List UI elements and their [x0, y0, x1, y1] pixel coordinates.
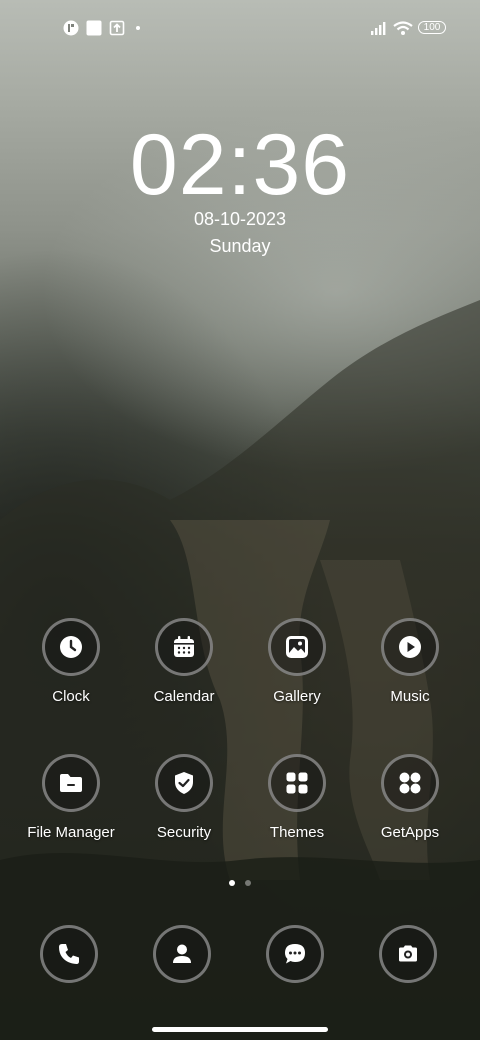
themes-icon	[286, 772, 308, 794]
app-gallery[interactable]: Gallery	[237, 618, 357, 705]
gallery-icon	[286, 636, 308, 658]
battery-icon: 100	[418, 21, 446, 34]
folder-icon	[60, 774, 82, 792]
app-label: Music	[390, 688, 430, 705]
dock-camera[interactable]	[379, 925, 437, 983]
contacts-icon	[173, 944, 191, 963]
messages-icon	[285, 944, 305, 964]
app-getapps[interactable]: GetApps	[350, 754, 470, 841]
battery-level: 100	[423, 22, 441, 33]
upload-icon	[109, 20, 125, 36]
clock-icon	[60, 636, 82, 658]
square-icon	[86, 20, 102, 36]
dock-messages[interactable]	[266, 925, 324, 983]
clock-day: Sunday	[209, 236, 271, 256]
app-music[interactable]: Music	[350, 618, 470, 705]
app-label: Gallery	[273, 688, 321, 705]
camera-icon	[399, 945, 417, 962]
dot-icon	[136, 26, 140, 30]
app-label: Security	[156, 824, 212, 841]
app-calendar[interactable]: Calendar	[124, 618, 244, 705]
app-themes[interactable]: Themes	[237, 754, 357, 841]
app-label: GetApps	[380, 824, 440, 841]
app-label: Clock	[52, 688, 90, 705]
wifi-icon	[393, 21, 413, 35]
page-indicator[interactable]	[245, 880, 251, 886]
app-clock[interactable]: Clock	[11, 618, 131, 705]
calendar-icon	[174, 636, 194, 657]
dock-phone[interactable]	[40, 925, 98, 983]
app-label: Calendar	[153, 688, 215, 705]
phone-icon	[59, 944, 79, 964]
signal-icon	[371, 22, 386, 35]
home-gesture-bar[interactable]	[152, 1027, 328, 1032]
app-label: Themes	[269, 824, 325, 841]
dock-contacts[interactable]	[153, 925, 211, 983]
music-icon	[399, 636, 421, 658]
status-bar: 100	[0, 14, 480, 42]
page-indicator-active[interactable]	[229, 880, 235, 886]
app-label: File Manager	[27, 824, 115, 841]
clock-time[interactable]: 02:36	[0, 116, 480, 215]
shield-icon	[175, 772, 193, 794]
clock-date: 08-10-2023	[193, 209, 287, 229]
notification-icon	[63, 20, 79, 36]
app-security[interactable]: Security	[124, 754, 244, 841]
getapps-icon	[399, 772, 421, 794]
app-file-manager[interactable]: File Manager	[11, 754, 131, 841]
